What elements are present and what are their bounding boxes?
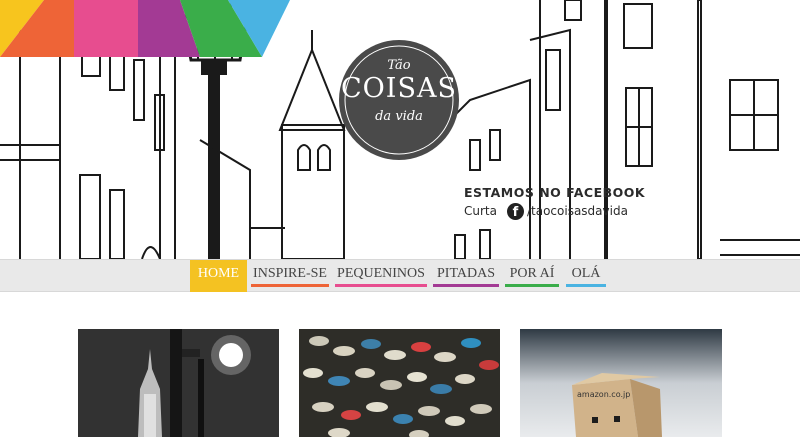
logo-line-2: COISAS xyxy=(341,73,457,104)
danbo-photo xyxy=(520,329,722,437)
main-nav: HOME INSPIRE-SE PEQUENINOS PITADAS POR A… xyxy=(0,259,800,292)
facebook-title: ESTAMOS NO FACEBOOK xyxy=(464,185,646,200)
nav-home[interactable]: HOME xyxy=(190,260,247,292)
nav-pequeninos-label: PEQUENINOS xyxy=(337,266,425,281)
nav-pitadas-underline xyxy=(433,284,499,287)
nav-pequeninos-underline xyxy=(335,284,427,287)
nav-pequeninos[interactable]: PEQUENINOS xyxy=(335,260,427,292)
nav-inspire-se[interactable]: INSPIRE-SE xyxy=(251,260,329,292)
nav-ola-label: OLÁ xyxy=(571,266,601,281)
banner-stripe xyxy=(74,0,138,57)
nav-pitadas[interactable]: PITADAS xyxy=(433,260,499,292)
post-thumbnail-city[interactable] xyxy=(78,329,279,437)
header-illustration: Tão COISAS da vida ESTAMOS NO FACEBOOK C… xyxy=(0,0,800,259)
facebook-link[interactable]: /taocoisasdavida xyxy=(527,204,628,218)
nav-por-ai[interactable]: POR AÍ xyxy=(505,260,559,292)
color-banner xyxy=(0,0,290,57)
logo-line-3: da vida xyxy=(375,109,423,124)
nav-pitadas-label: PITADAS xyxy=(437,266,495,281)
nav-inspire-se-underline xyxy=(251,284,329,287)
umbrellas-photo xyxy=(299,329,500,437)
amazon-box-label: amazon.co.jp xyxy=(577,390,631,399)
facebook-icon[interactable]: f xyxy=(506,202,524,220)
city-night-photo xyxy=(78,329,279,437)
site-logo[interactable]: Tão COISAS da vida xyxy=(337,38,461,162)
nav-ola[interactable]: OLÁ xyxy=(566,260,606,292)
nav-ola-underline xyxy=(566,284,606,287)
nav-por-ai-label: POR AÍ xyxy=(509,266,555,281)
logo-line-1: Tão xyxy=(387,58,411,73)
facebook-like-label[interactable]: Curta xyxy=(464,204,497,218)
nav-por-ai-underline xyxy=(505,284,559,287)
post-thumbnail-danbo[interactable]: amazon.co.jp xyxy=(520,329,722,437)
facebook-row: Curta f /taocoisasdavida xyxy=(464,202,628,220)
post-thumbnail-umbrellas[interactable] xyxy=(299,329,500,437)
nav-home-label: HOME xyxy=(197,266,240,281)
nav-inspire-se-label: INSPIRE-SE xyxy=(253,266,327,281)
